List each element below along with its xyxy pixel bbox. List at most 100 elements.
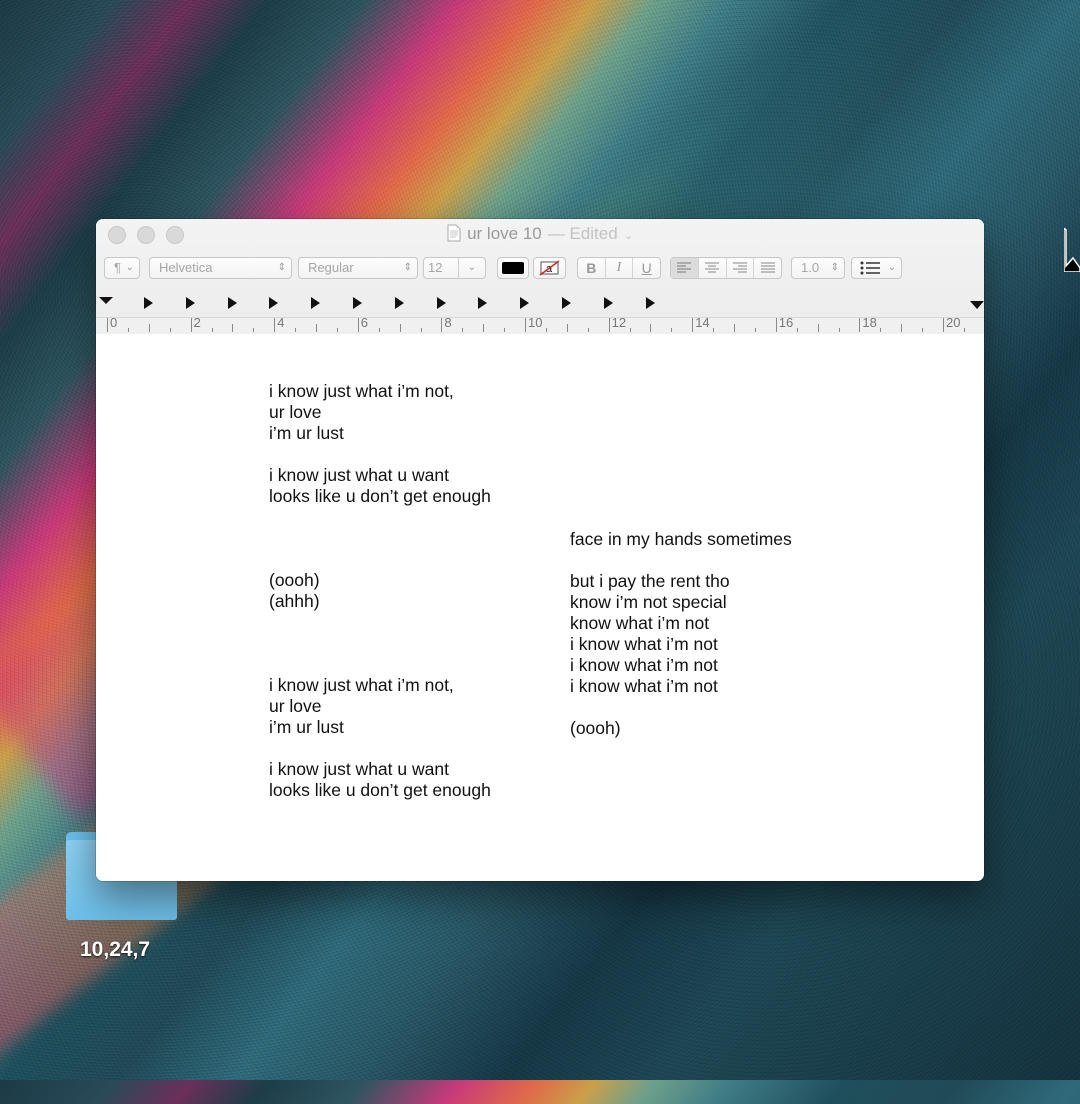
tab-stop-marker[interactable] <box>562 297 571 309</box>
ruler-minor-tick <box>545 328 547 332</box>
text-line: looks like u don’t get enough <box>269 486 491 506</box>
document-body[interactable]: i know just what i’m not, ur love i’m ur l… <box>96 334 984 881</box>
text-line: ur love <box>269 696 322 716</box>
ruler-minor-tick <box>232 324 234 332</box>
no-highlight-icon: a <box>539 260 560 276</box>
up-down-arrows-icon: ⇕ <box>277 262 286 273</box>
text-line: i know just what u want <box>269 465 449 485</box>
ruler-minor-tick <box>336 328 338 332</box>
ruler-minor-tick <box>566 324 568 332</box>
ruler-number: 14 <box>695 315 710 330</box>
tab-stop-marker[interactable] <box>436 297 446 309</box>
ruler-minor-tick <box>796 328 798 332</box>
format-toolbar: ¶⌄ Helvetica⇕ Regular⇕ 12 ⌄ a <box>96 257 984 283</box>
list-style-popup[interactable]: ⌄ <box>851 257 902 279</box>
font-family-popup[interactable]: Helvetica ⇕ <box>149 257 292 279</box>
right-margin-marker[interactable] <box>970 301 984 309</box>
tab-stop-marker[interactable] <box>520 297 530 309</box>
ruler-number: 4 <box>277 315 285 330</box>
ruler-minor-tick <box>963 328 965 332</box>
align-center-button[interactable] <box>699 258 727 278</box>
text-line: but i pay the rent tho <box>570 571 730 591</box>
paragraph-style-label: ¶ <box>114 260 121 275</box>
tab-stop-marker[interactable] <box>353 297 362 309</box>
ruler-minor-tick <box>169 328 171 332</box>
up-down-arrows-icon: ⇕ <box>830 262 839 273</box>
ruler-minor-tick <box>880 328 882 332</box>
tab-stop-marker[interactable] <box>478 297 488 309</box>
ruler-major-tick <box>107 318 108 332</box>
chevron-down-icon: ⌄ <box>887 262 896 273</box>
ruler-minor-tick <box>754 328 756 332</box>
tab-stop-marker[interactable] <box>645 297 655 309</box>
bold-button[interactable]: B <box>578 258 606 278</box>
up-down-arrows-icon: ⇕ <box>403 262 412 273</box>
ruler-major-tick <box>608 318 610 332</box>
text-line: i know just what i’m not, <box>269 675 454 695</box>
ruler-minor-tick <box>378 328 380 332</box>
ruler-minor-tick <box>316 324 317 332</box>
text-line: i’m ur lust <box>269 423 344 443</box>
tab-stop-marker[interactable] <box>227 297 237 309</box>
ruler-major-tick <box>441 318 443 332</box>
ruler-number: 2 <box>193 315 201 330</box>
text-line: face in my hands sometimes <box>570 529 792 549</box>
text-line: i know just what i’m not, <box>269 381 454 401</box>
document-name: ur love 10 <box>467 224 542 243</box>
ruler-minor-tick <box>734 324 735 332</box>
justify-button[interactable] <box>754 258 781 278</box>
tab-stop-marker[interactable] <box>603 297 613 309</box>
text-line: (ahhh) <box>269 591 320 611</box>
text-line: know what i’m not <box>570 613 710 633</box>
ruler-minor-tick <box>420 328 422 332</box>
align-left-button[interactable] <box>671 258 699 278</box>
ruler-major-tick <box>525 318 526 332</box>
tab-stop-marker[interactable] <box>144 297 153 309</box>
ruler-minor-tick <box>148 324 150 332</box>
ruler-major-tick <box>357 318 359 332</box>
folder-label[interactable]: 10,24,7 <box>80 938 150 962</box>
ruler-minor-tick <box>127 328 129 332</box>
ruler[interactable]: 0 2 4 6 8 10 12 14 16 18 20 <box>96 293 984 334</box>
ruler-number: 12 <box>611 315 627 330</box>
ruler-minor-tick <box>587 328 589 332</box>
first-line-indent-marker[interactable] <box>99 297 113 304</box>
document-icon <box>447 224 461 242</box>
font-size-combo[interactable]: 12 ⌄ <box>423 257 486 279</box>
text-line: looks like u don’t get enough <box>269 780 491 800</box>
ruler-minor-tick <box>671 328 673 332</box>
tab-stop-marker[interactable] <box>269 297 279 309</box>
text-style-buttons: B I U <box>577 257 661 279</box>
ruler-minor-tick <box>922 328 924 332</box>
ruler-minor-tick <box>211 328 213 332</box>
text-color-well[interactable] <box>497 257 529 279</box>
align-right-button[interactable] <box>727 258 755 278</box>
tab-stop-marker[interactable] <box>394 297 404 309</box>
ruler-minor-tick <box>629 328 631 332</box>
ruler-major-tick <box>859 318 861 332</box>
ruler-minor-tick <box>399 324 401 332</box>
highlight-color-well[interactable]: a <box>533 257 566 279</box>
chevron-down-icon[interactable]: ⌄ <box>624 230 633 242</box>
text-line: ur love <box>269 402 322 422</box>
tab-stop-marker[interactable] <box>185 297 195 309</box>
window-title[interactable]: ur love 10 — Edited ⌄ <box>96 224 984 244</box>
ruler-number: 20 <box>946 315 961 330</box>
italic-button[interactable]: I <box>606 258 634 278</box>
line-spacing-popup[interactable]: 1.0 ⇕ <box>791 257 845 279</box>
text-line: i know what i’m not <box>570 676 718 696</box>
window-titlebar[interactable]: ur love 10— Edited ⌄ ¶ ⌄ Helvetica ⇕ Regula… <box>96 219 984 334</box>
text-line: know i’m not special <box>570 592 727 612</box>
ruler-number: 18 <box>862 315 877 330</box>
underline-button[interactable]: U <box>633 258 660 278</box>
font-family-value: Helvetica <box>159 260 213 275</box>
text-line: (oooh) <box>570 718 621 738</box>
ruler-major-tick <box>775 318 777 332</box>
textedit-window[interactable]: ur love 10— Edited ⌄ ¶ ⌄ Helvetica ⇕ Regula… <box>96 219 984 881</box>
tab-stop-marker[interactable] <box>311 297 321 309</box>
paragraph-style-popup[interactable]: ¶ ⌄ <box>104 257 140 279</box>
alignment-buttons <box>670 257 782 279</box>
ruler-major-tick <box>190 318 192 332</box>
chevron-down-icon: ⌄ <box>467 262 476 273</box>
typeface-popup[interactable]: Regular ⇕ <box>298 257 418 279</box>
